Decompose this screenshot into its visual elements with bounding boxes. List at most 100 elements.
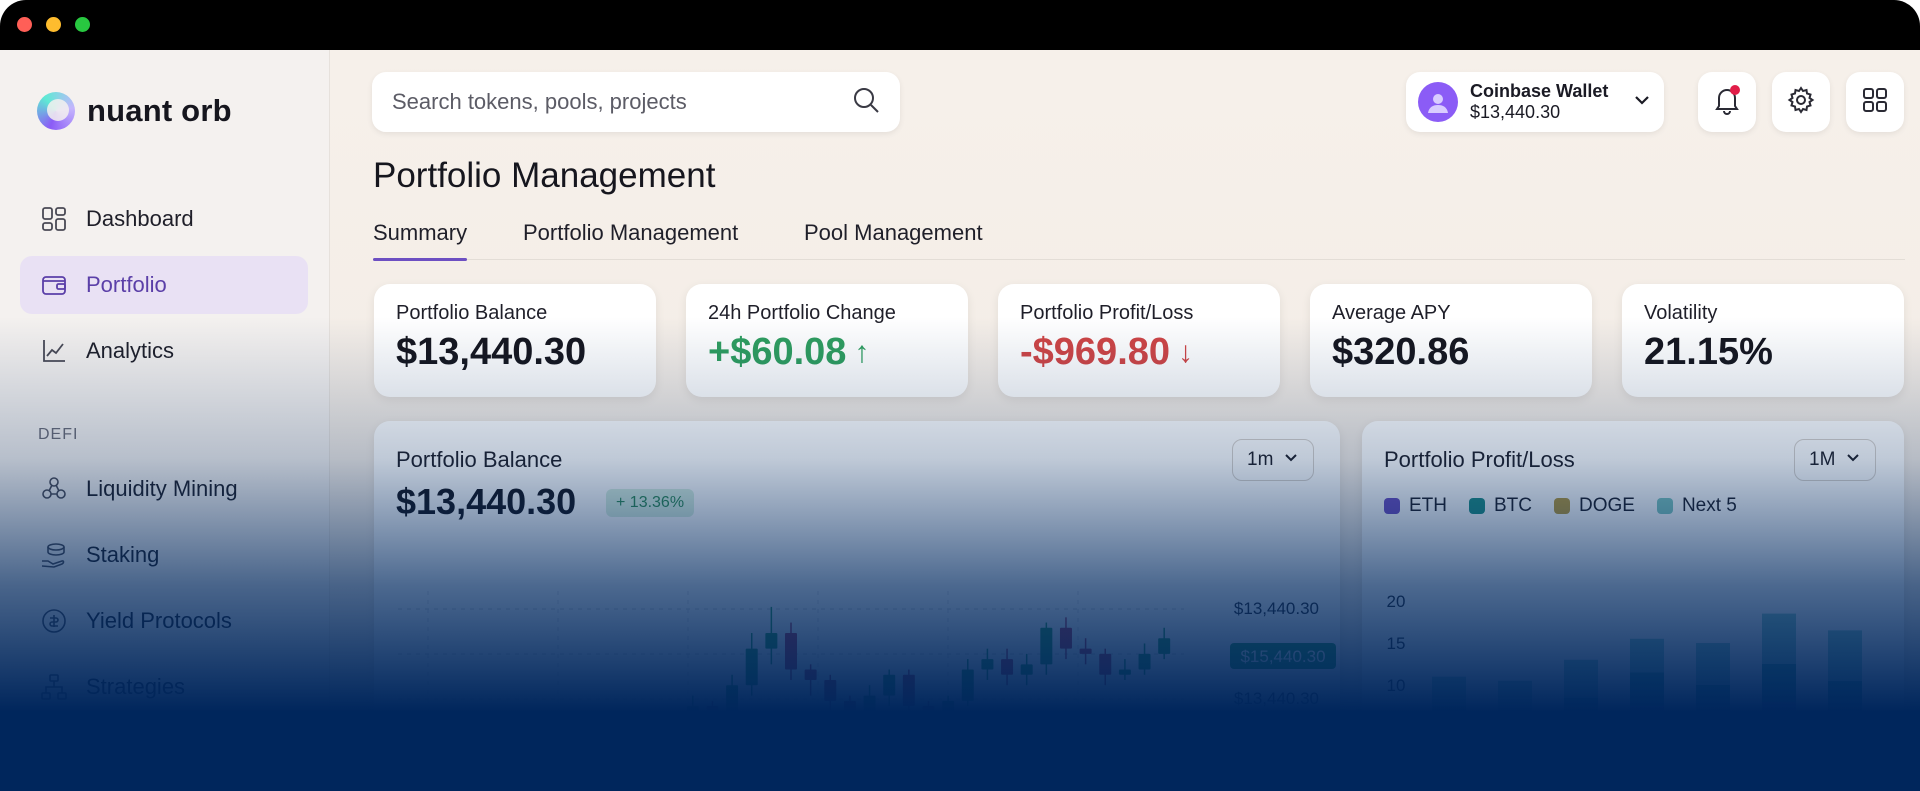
arrow-down-icon: ↓: [1178, 335, 1194, 369]
candle-body: [627, 732, 640, 743]
stat-value-text: $320.86: [1332, 331, 1470, 373]
candle-body: [470, 781, 483, 791]
candle-body: [1020, 664, 1033, 675]
bar-segment: [1762, 613, 1796, 664]
bar-segment: [1432, 727, 1466, 769]
app-window: nuant orb Dashboard Portfolio Analytics: [0, 0, 1920, 791]
bar-segment: [1762, 701, 1796, 769]
maximize-window-button[interactable]: [75, 17, 90, 32]
bar-segment: [1432, 676, 1466, 706]
tab-summary[interactable]: Summary: [373, 220, 468, 261]
stat-value-text: +$60.08: [708, 331, 847, 373]
bar-segment: [1828, 714, 1862, 769]
bar-segment: [1630, 706, 1664, 769]
bar-segment: [1498, 710, 1532, 732]
candle-body: [451, 781, 464, 791]
window-titlebar: [0, 0, 1920, 50]
y-axis-label: $13,440.30: [1234, 689, 1319, 708]
section-label-defi: DEFI: [38, 426, 79, 443]
bar-segment: [1564, 722, 1598, 769]
stat-label: Portfolio Profit/Loss: [1020, 302, 1194, 324]
candle-body: [961, 669, 974, 701]
stat-card-volatility: Volatility 21.15%: [1622, 284, 1904, 397]
candle-body: [942, 700, 955, 717]
notifications-button[interactable]: [1698, 72, 1756, 132]
candle-body: [785, 633, 797, 670]
close-window-button[interactable]: [17, 17, 32, 32]
sidebar-item-staking[interactable]: Staking: [20, 526, 308, 584]
logo[interactable]: nuant orb: [37, 92, 232, 130]
bar-segment: [1630, 672, 1664, 706]
arrow-up-icon: ↑: [854, 335, 870, 369]
bar-segment: [1498, 731, 1532, 769]
candle-body: [706, 706, 719, 722]
wallet-icon: [40, 271, 68, 299]
candle-body: [1158, 638, 1171, 654]
gear-icon: [1786, 85, 1816, 120]
stat-card-profit-loss: Portfolio Profit/Loss -$969.80 ↓: [998, 284, 1280, 397]
bar-segment: [1762, 664, 1796, 702]
candle-body: [490, 774, 503, 791]
apps-button[interactable]: [1846, 72, 1904, 132]
search-bar[interactable]: Search tokens, pools, projects: [372, 72, 900, 132]
candle-body: [1079, 648, 1092, 654]
bar-segment: [1630, 638, 1664, 673]
stat-value-text: -$969.80: [1020, 331, 1171, 373]
sidebar-item-label: Strategies: [86, 674, 186, 699]
bar-segment: [1828, 680, 1862, 715]
stat-value: +$60.08 ↑: [708, 331, 946, 374]
sidebar-item-analytics[interactable]: Analytics: [20, 322, 308, 380]
candle-body: [804, 669, 817, 680]
candle-body: [1099, 653, 1112, 675]
candle-body: [588, 747, 601, 769]
settings-button[interactable]: [1772, 72, 1830, 132]
stat-value: $13,440.30: [396, 331, 634, 374]
tab-pool-management[interactable]: Pool Management: [804, 220, 983, 260]
bar-segment: [1696, 685, 1730, 715]
stat-value: 21.15%: [1644, 331, 1882, 374]
search-icon[interactable]: [852, 86, 880, 119]
staking-icon: [40, 541, 68, 569]
candle-body: [922, 706, 935, 717]
candle-body: [843, 700, 856, 717]
wallet-balance: $13,440.30: [1470, 102, 1561, 122]
candle-body: [1059, 627, 1072, 649]
strategies-icon: [40, 673, 68, 701]
stat-card-average-apy: Average APY $320.86: [1310, 284, 1592, 397]
candle-body: [529, 758, 542, 790]
liquidity-icon: [40, 475, 68, 503]
candle-body: [824, 680, 837, 701]
sidebar-item-label: Dashboard: [86, 206, 194, 231]
dashboard-icon: [40, 205, 68, 233]
stat-value: -$969.80 ↓: [1020, 331, 1258, 374]
wallet-selector[interactable]: Coinbase Wallet $13,440.30: [1406, 72, 1664, 132]
sidebar-item-label: Staking: [86, 542, 160, 567]
yield-icon: [40, 607, 68, 635]
sidebar-item-portfolio[interactable]: Portfolio: [20, 256, 308, 314]
candle-body: [765, 633, 778, 649]
sidebar-item-yield-protocols[interactable]: Yield Protocols: [20, 592, 308, 650]
notification-badge: [1730, 85, 1740, 95]
sidebar-item-dashboard[interactable]: Dashboard: [20, 190, 308, 248]
y-axis-tick-label: 20: [1387, 592, 1406, 611]
tab-portfolio-management[interactable]: Portfolio Management: [523, 220, 738, 260]
candle-body: [1001, 659, 1014, 675]
bar-segment: [1564, 697, 1598, 723]
stat-label: 24h Portfolio Change: [708, 302, 896, 324]
candle-body: [1040, 627, 1053, 665]
candle-body: [549, 779, 562, 790]
candle-body: [510, 758, 523, 774]
y-axis-tick-label: 10: [1387, 676, 1406, 695]
candle-body: [981, 659, 994, 670]
minimize-window-button[interactable]: [46, 17, 61, 32]
sidebar-item-strategies[interactable]: Strategies: [20, 658, 308, 716]
sidebar-item-liquidity-mining[interactable]: Liquidity Mining: [20, 460, 308, 518]
chart-line-icon: [40, 337, 68, 365]
wallet-avatar: [1418, 82, 1458, 122]
grid-icon: [1861, 86, 1889, 119]
page-title: Portfolio Management: [373, 156, 716, 195]
search-input[interactable]: Search tokens, pools, projects: [392, 89, 852, 115]
stat-card-portfolio-balance: Portfolio Balance $13,440.30: [374, 284, 656, 397]
sidebar-item-label: Portfolio: [86, 272, 167, 297]
logo-mark-icon: [37, 92, 75, 130]
